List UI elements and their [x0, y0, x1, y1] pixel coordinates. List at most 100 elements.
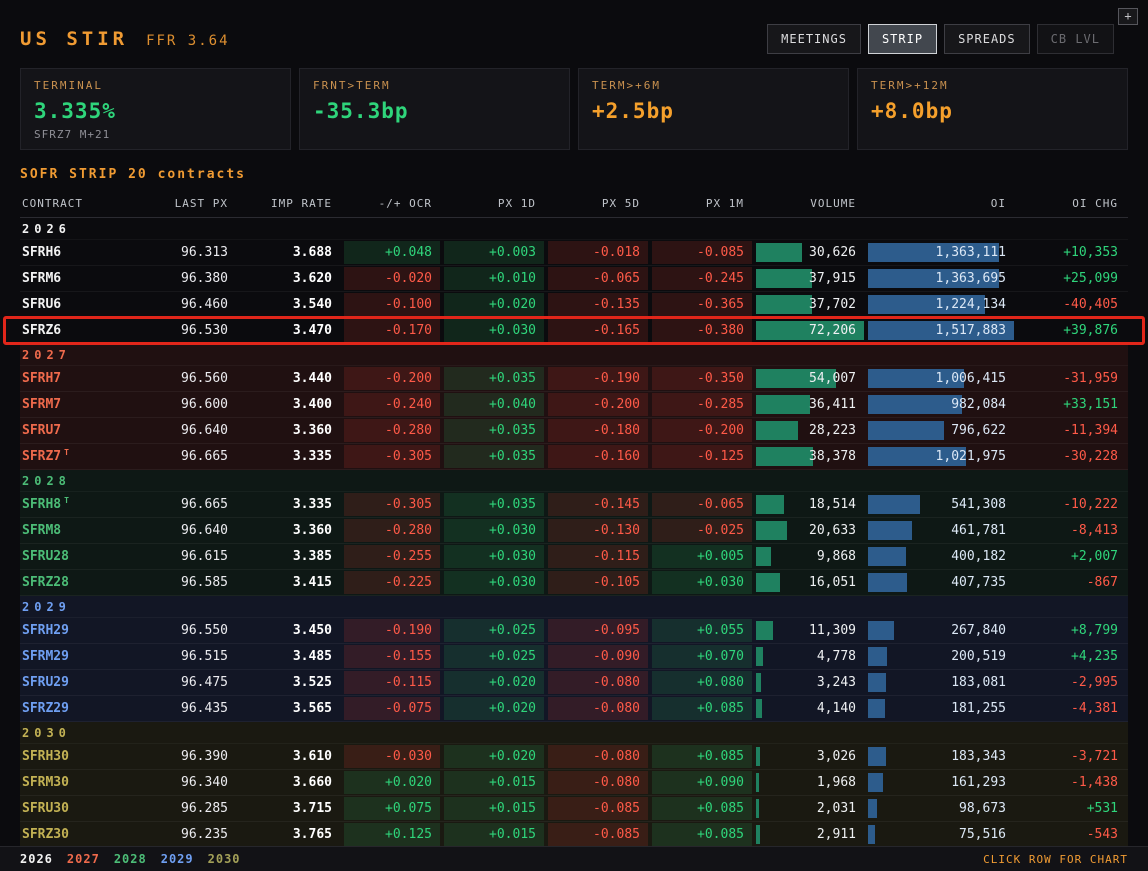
year-link-2029[interactable]: 2029 — [161, 852, 194, 866]
table-row-sfrz29[interactable]: SFRZ29 96.435 3.565 -0.075 +0.020 -0.080 +0.08… — [20, 696, 1128, 722]
cell-px-5d: -0.080 — [546, 696, 650, 721]
cell-last-px: 96.600 — [181, 397, 228, 412]
cell-px-1d: +0.030 — [442, 544, 546, 569]
volume-value: 36,411 — [809, 397, 856, 412]
card-label: TERM>+12M — [871, 79, 949, 92]
cell-oi-chg: +8,799 — [1071, 623, 1118, 638]
cell-oi: 75,516 — [866, 822, 1016, 847]
cell-contract: SFRH6 — [22, 245, 62, 260]
cell-volume: 16,051 — [754, 570, 866, 595]
footer-years: 2026 2027 2028 2029 2030 — [20, 852, 241, 866]
table-row-sfrh29[interactable]: SFRH29 96.550 3.450 -0.190 +0.025 -0.095 +0.05… — [20, 618, 1128, 644]
cell-ocr: -0.020 — [342, 266, 442, 291]
volume-bar — [756, 521, 787, 540]
cell-oi: 181,255 — [866, 696, 1016, 721]
cell-contract: SFRM8 — [22, 523, 62, 538]
cell-oi: 796,622 — [866, 418, 1016, 443]
cell-px-1m: -0.245 — [650, 266, 754, 291]
cell-last-px: 96.585 — [181, 575, 228, 590]
table-row-sfru28[interactable]: SFRU28 96.615 3.385 -0.255 +0.030 -0.115 +0.00… — [20, 544, 1128, 570]
add-button[interactable]: + — [1118, 8, 1138, 25]
cell-px-5d: -0.080 — [546, 770, 650, 795]
cell-px-5d: -0.065 — [546, 266, 650, 291]
cell-oi-chg: -8,413 — [1071, 523, 1118, 538]
oi-value: 1,021,975 — [935, 449, 1006, 464]
year-link-2027[interactable]: 2027 — [67, 852, 100, 866]
year-link-2028[interactable]: 2028 — [114, 852, 147, 866]
cell-imp-rate: 3.540 — [292, 297, 332, 312]
cell-px-1m: +0.085 — [650, 796, 754, 821]
cell-oi: 1,006,415 — [866, 366, 1016, 391]
volume-bar — [756, 773, 759, 792]
table-row-sfrh7[interactable]: SFRH7 96.560 3.440 -0.200 +0.035 -0.190 -0.350… — [20, 366, 1128, 392]
cell-px-1d: +0.030 — [442, 518, 546, 543]
table-row-sfrm7[interactable]: SFRM7 96.600 3.400 -0.240 +0.040 -0.200 -0.285… — [20, 392, 1128, 418]
footer-hint: CLICK ROW FOR CHART — [983, 852, 1128, 866]
table-row-sfrz28[interactable]: SFRZ28 96.585 3.415 -0.225 +0.030 -0.105 +0.03… — [20, 570, 1128, 596]
table-row-sfrm6[interactable]: SFRM6 96.380 3.620 -0.020 +0.010 -0.065 -0.245… — [20, 266, 1128, 292]
cell-ocr: -0.115 — [342, 670, 442, 695]
column-header-oi-chg: OI CHG — [1072, 197, 1118, 210]
table-row-sfrm30[interactable]: SFRM30 96.340 3.660 +0.020 +0.015 -0.080 +0.09… — [20, 770, 1128, 796]
table-row-sfrz6[interactable]: SFRZ6 96.530 3.470 -0.170 +0.030 -0.165 -0.380… — [3, 316, 1145, 345]
oi-value: 98,673 — [959, 801, 1006, 816]
table-row-sfrz7[interactable]: SFRZ7 T 96.665 3.335 -0.305 +0.035 -0.160 -0.12… — [20, 444, 1128, 470]
cell-oi-chg: +39,876 — [1063, 323, 1118, 338]
cell-contract: SFRZ7 T — [22, 448, 69, 464]
cell-volume: 3,243 — [754, 670, 866, 695]
cell-oi-chg: -1,438 — [1071, 775, 1118, 790]
cell-px-1m: +0.085 — [650, 696, 754, 721]
cell-volume: 38,378 — [754, 444, 866, 469]
cell-oi-chg: -2,995 — [1071, 675, 1118, 690]
cell-px-1d: +0.025 — [442, 644, 546, 669]
cell-imp-rate: 3.688 — [292, 245, 332, 260]
volume-value: 1,968 — [816, 775, 856, 790]
table-row-sfrh30[interactable]: SFRH30 96.390 3.610 -0.030 +0.020 -0.080 +0.08… — [20, 744, 1128, 770]
cell-volume: 20,633 — [754, 518, 866, 543]
cell-contract: SFRU7 — [22, 423, 62, 438]
table-row-sfrz30[interactable]: SFRZ30 96.235 3.765 +0.125 +0.015 -0.085 +0.08… — [20, 822, 1128, 848]
table-row-sfrm29[interactable]: SFRM29 96.515 3.485 -0.155 +0.025 -0.090 +0.07… — [20, 644, 1128, 670]
card-value: -35.3bp — [313, 99, 409, 123]
tab-cb-lvl[interactable]: CB LVL — [1036, 24, 1114, 54]
summary-cards: TERMINAL 3.335% SFRZ7 M+21 FRNT>TERM -35.3bp… — [0, 68, 1148, 150]
cell-oi-chg: +2,007 — [1071, 549, 1118, 564]
cell-px-5d: -0.200 — [546, 392, 650, 417]
cell-volume: 72,206 — [754, 318, 866, 343]
cell-oi: 461,781 — [866, 518, 1016, 543]
cell-oi: 1,224,134 — [866, 292, 1016, 317]
table-row-sfru6[interactable]: SFRU6 96.460 3.540 -0.100 +0.020 -0.135 -0.365… — [20, 292, 1128, 318]
table-row-sfru30[interactable]: SFRU30 96.285 3.715 +0.075 +0.015 -0.085 +0.08… — [20, 796, 1128, 822]
volume-bar — [756, 825, 761, 844]
oi-value: 407,735 — [951, 575, 1006, 590]
cell-contract: SFRU28 — [22, 549, 69, 564]
cell-imp-rate: 3.360 — [292, 523, 332, 538]
card-label: TERMINAL — [34, 79, 103, 92]
cell-oi-chg: -31,959 — [1063, 371, 1118, 386]
card-label: TERM>+6M — [592, 79, 661, 92]
cell-oi: 541,308 — [866, 492, 1016, 517]
year-link-2026[interactable]: 2026 — [20, 852, 53, 866]
tab-strip[interactable]: STRIP — [867, 24, 938, 54]
table-row-sfru29[interactable]: SFRU29 96.475 3.525 -0.115 +0.020 -0.080 +0.08… — [20, 670, 1128, 696]
cell-last-px: 96.560 — [181, 371, 228, 386]
table-row-sfrh8[interactable]: SFRH8 T 96.665 3.335 -0.305 +0.035 -0.145 -0.06… — [20, 492, 1128, 518]
cell-oi-chg: -4,381 — [1071, 701, 1118, 716]
cell-imp-rate: 3.610 — [292, 749, 332, 764]
tab-spreads[interactable]: SPREADS — [944, 24, 1030, 54]
volume-value: 30,626 — [809, 245, 856, 260]
table-row-sfru7[interactable]: SFRU7 96.640 3.360 -0.280 +0.035 -0.180 -0.200… — [20, 418, 1128, 444]
cell-last-px: 96.235 — [181, 827, 228, 842]
cell-volume: 4,778 — [754, 644, 866, 669]
table-row-sfrh6[interactable]: SFRH6 96.313 3.688 +0.048 +0.003 -0.018 -0.085… — [20, 240, 1128, 266]
ffr-value: FFR 3.64 — [146, 33, 230, 49]
cell-last-px: 96.530 — [181, 323, 228, 338]
cell-oi-chg: +4,235 — [1071, 649, 1118, 664]
tab-meetings[interactable]: MEETINGS — [767, 24, 861, 54]
table-row-sfrm8[interactable]: SFRM8 96.640 3.360 -0.280 +0.030 -0.130 -0.025… — [20, 518, 1128, 544]
column-header--ocr: -/+ OCR — [378, 197, 432, 210]
cell-oi: 1,363,695 — [866, 266, 1016, 291]
year-link-2030[interactable]: 2030 — [208, 852, 241, 866]
volume-value: 2,911 — [816, 827, 856, 842]
cell-imp-rate: 3.525 — [292, 675, 332, 690]
